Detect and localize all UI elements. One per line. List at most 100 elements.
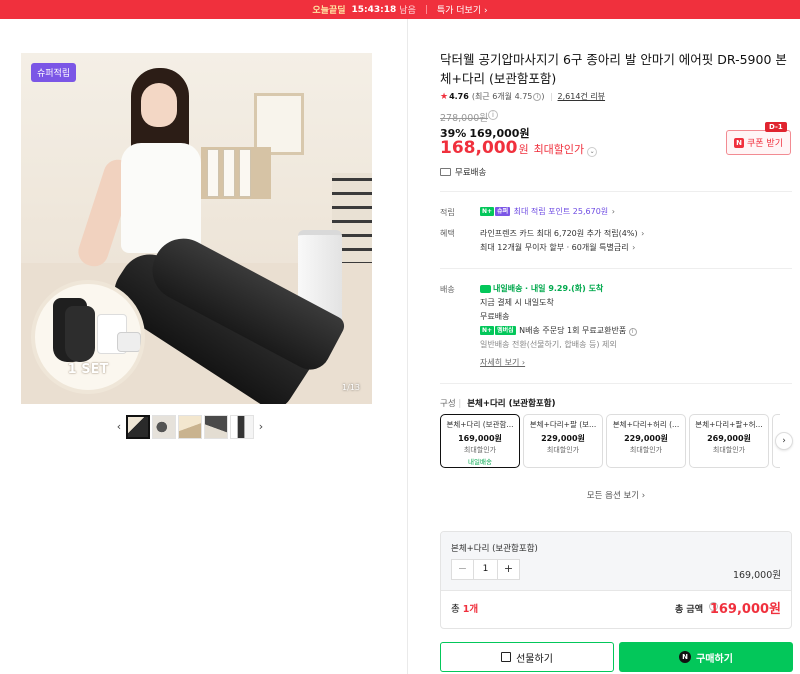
inset-boot <box>65 306 95 362</box>
rating-score: 4.76 <box>449 92 469 101</box>
coupon-deadline-badge: D-1 <box>765 122 787 132</box>
coupon-button[interactable]: N 쿠폰 받기 <box>726 130 791 155</box>
scene-book <box>223 149 235 197</box>
delivery-tag-row: 내일배송 · 내일 9.29.(화) 도착 <box>480 283 603 294</box>
option-sub: 최대할인가 <box>463 446 497 454</box>
benefit-card-text: 라인프렌즈 카드 최대 6,720원 추가 적립(4%) <box>480 229 638 238</box>
total-count-prefix: 총 <box>451 604 463 615</box>
free-shipping-label: 무료배송 <box>455 168 487 178</box>
deal-remain: 남음 <box>399 6 416 16</box>
option-selected: 본체+다리 (보관함포함) <box>467 399 556 409</box>
scene-model-face <box>141 83 177 127</box>
thumb-next-icon[interactable]: › <box>255 417 267 437</box>
super-point-badge: 슈퍼적립 <box>31 63 77 82</box>
naver-plus-icon: N+ <box>480 326 495 335</box>
point-label: 적립 <box>440 208 455 217</box>
coupon-label: 쿠폰 받기 <box>747 139 783 149</box>
deal-title: 오늘끝딜 <box>312 6 346 16</box>
total-count: 총 1개 <box>451 601 478 615</box>
quantity-stepper: − 1 + <box>451 559 520 580</box>
option-card[interactable]: 본체+다리 (보관함... 169,000원 최대할인가 내일배송 <box>440 414 520 468</box>
rating-recent-close: ) <box>541 92 545 101</box>
buy-label: 구매하기 <box>696 653 733 665</box>
inset-label: 1 SET <box>67 362 109 377</box>
deal-timer: 15:43:18 <box>351 4 397 15</box>
free-shipping-row: 무료배송 <box>440 166 486 178</box>
info-icon[interactable]: i <box>533 92 542 101</box>
chevron-right-icon: › <box>638 229 645 238</box>
quantity-plus-button[interactable]: + <box>497 560 519 579</box>
order-item-name: 본체+다리 (보관함포함) <box>451 544 538 554</box>
product-main-image[interactable]: 슈퍼적립 1 SET 1/13 <box>21 53 372 404</box>
option-card[interactable]: 본체+다리+허리 (... 229,000원 최대할인가 <box>606 414 686 468</box>
total-label: 총 금액 <box>675 605 703 615</box>
quantity-value[interactable]: 1 <box>474 560 497 579</box>
deal-banner: 오늘끝딜 15:43:18 남음 특가 더보기 › <box>0 0 800 19</box>
option-card[interactable]: 본체+다리+팔+허... 269,000원 최대할인가 <box>689 414 769 468</box>
membership-icon: 멤버십 <box>495 326 516 335</box>
option-cards: 본체+다리 (보관함... 169,000원 최대할인가 내일배송 본체+다리+… <box>440 414 780 468</box>
chevron-right-icon: › <box>609 207 615 216</box>
column-divider <box>407 19 408 674</box>
review-count-link[interactable]: 2,614건 리뷰 <box>558 91 606 102</box>
thumbnail[interactable] <box>178 414 202 439</box>
option-sub: 최대할인가 <box>546 446 580 454</box>
super-point-icon: 슈퍼 <box>495 207 511 216</box>
option-price: 169,000원 <box>458 434 502 443</box>
thumbnail[interactable] <box>230 414 254 439</box>
gift-button[interactable]: 선물하기 <box>440 642 614 672</box>
scene-model-body <box>121 143 201 253</box>
order-summary: 본체+다리 (보관함포함) − 1 + 169,000원 총 1개 총 금액 i… <box>440 531 792 629</box>
all-options-link[interactable]: 모든 옵션 보기 › <box>440 489 792 501</box>
product-title: 닥터웰 공기압마사지기 6구 종아리 발 안마기 에어핏 DR-5900 본체+… <box>440 52 787 86</box>
rating-recent: (최근 6개월 4.75 <box>471 92 533 101</box>
rating-divider <box>550 92 552 101</box>
chevron-down-icon[interactable]: ⌄ <box>587 147 598 157</box>
delivery-icon <box>480 284 491 293</box>
section-divider <box>440 383 792 384</box>
naver-plus-icon: N+ <box>480 207 495 216</box>
option-name: 본체+다리 (보관함... <box>446 420 514 429</box>
option-price: 229,000원 <box>624 434 668 443</box>
price-info-icon[interactable]: i <box>488 110 498 120</box>
order-item: 본체+다리 (보관함포함) − 1 + 169,000원 <box>441 532 791 591</box>
info-icon[interactable]: i <box>628 328 637 336</box>
point-row[interactable]: N+ 슈퍼 최대 적립 포인트 25,670원 › <box>480 206 615 217</box>
delivery-label: 배송 <box>440 285 455 294</box>
option-name: 본체+다리+팔+허... <box>695 420 763 429</box>
deal-more-link[interactable]: 특가 더보기 › <box>437 3 488 16</box>
delivery-line-3: N+ 멤버십 N배송 주문당 1회 무료교환반품 i <box>480 325 637 336</box>
option-price: 229,000원 <box>541 434 585 443</box>
buy-button[interactable]: N 구매하기 <box>619 642 793 672</box>
delivery-line-4: 일반배송 전환(선물하기, 합배송 등) 제외 <box>480 340 617 349</box>
option-label: 구성 <box>440 399 456 409</box>
quantity-minus-button[interactable]: − <box>452 560 474 579</box>
benefit-installment-text: 최대 12개월 무이자 할부 · 60개월 특별금리 <box>480 243 629 252</box>
total-count-value: 1개 <box>462 604 479 615</box>
delivery-details-link[interactable]: 자세히 보기 › <box>480 357 525 368</box>
option-sub: 최대할인가 <box>712 446 746 454</box>
thumb-prev-icon[interactable]: ‹ <box>113 417 125 437</box>
benefit-line-2[interactable]: 최대 12개월 무이자 할부 · 60개월 특별금리 › <box>480 242 635 253</box>
option-next-icon[interactable]: › <box>775 432 793 450</box>
thumbnail[interactable] <box>204 414 228 439</box>
section-divider <box>440 268 792 269</box>
option-card[interactable]: 본체+다리+팔 (보... 229,000원 최대할인가 <box>523 414 603 468</box>
option-delivery: 내일배송 <box>468 458 492 466</box>
chevron-right-icon: › <box>629 243 636 252</box>
option-label-row: 구성 | 본체+다리 (보관함포함) <box>440 399 556 409</box>
thumbnail[interactable] <box>152 414 176 439</box>
star-icon: ★ <box>440 91 449 102</box>
gift-icon <box>501 652 512 662</box>
naver-n-icon: N <box>734 137 744 148</box>
scene-book <box>207 149 219 197</box>
set-inset-image: 1 SET <box>31 280 145 394</box>
total-price: 169,000원 <box>709 602 781 617</box>
benefit-line-1[interactable]: 라인프렌즈 카드 최대 6,720원 추가 적립(4%) › <box>480 228 644 239</box>
inset-case <box>117 332 141 352</box>
thumbnail[interactable] <box>126 414 150 439</box>
max-discount-label: 최대할인가 <box>533 143 585 156</box>
section-divider <box>440 191 792 192</box>
max-discount-price: 168,000 <box>440 138 518 158</box>
banner-divider <box>425 5 427 14</box>
